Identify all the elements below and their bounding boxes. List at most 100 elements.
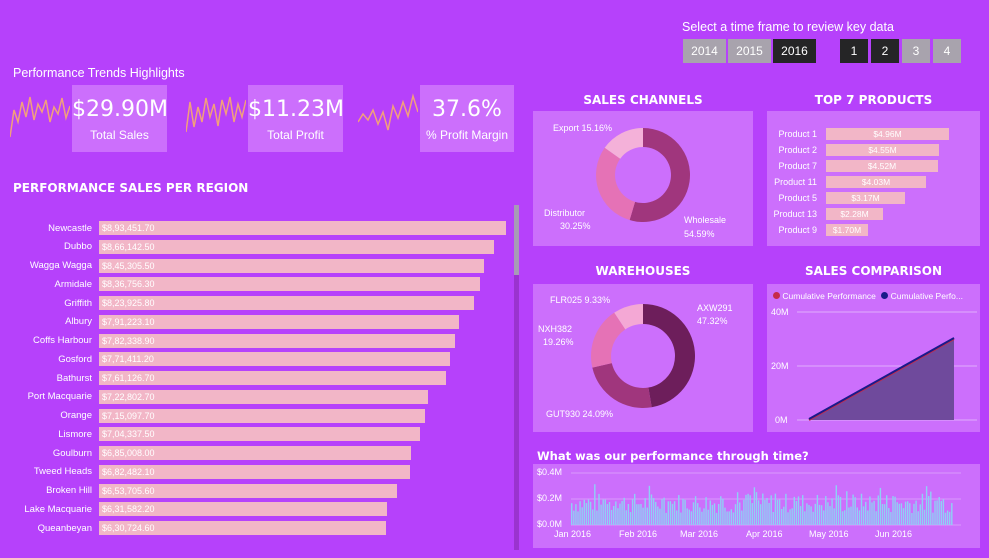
timeline-bar[interactable]: [900, 503, 903, 525]
timeline-bar[interactable]: [669, 501, 672, 525]
timeline-bar[interactable]: [741, 510, 743, 525]
year-2015-button[interactable]: 2015: [728, 39, 771, 63]
timeline-bar[interactable]: [787, 512, 789, 525]
product-row[interactable]: Product 5 $3.17M: [767, 191, 905, 204]
region-bar[interactable]: $8,66,142.50: [99, 239, 494, 254]
timeline-bar[interactable]: [762, 493, 764, 525]
timeline-bar[interactable]: [571, 503, 573, 525]
region-row[interactable]: Broken Hill $6,53,705.60: [4, 483, 397, 499]
timeline-bar[interactable]: [898, 503, 900, 525]
region-bar[interactable]: $6,85,008.00: [99, 446, 411, 460]
timeline-bar[interactable]: [793, 496, 795, 525]
timeline-bar[interactable]: [896, 502, 898, 525]
product-bar[interactable]: $4.03M: [826, 175, 926, 188]
timeline-bar[interactable]: [705, 497, 707, 525]
timeline-bar[interactable]: [810, 506, 812, 525]
timeline-bar[interactable]: [602, 499, 604, 525]
product-row[interactable]: Product 9 $1.70M: [767, 223, 868, 236]
region-bar[interactable]: $7,82,338.90: [99, 333, 455, 348]
timeline-bar[interactable]: [839, 496, 842, 525]
timeline-bar[interactable]: [944, 512, 947, 525]
region-scrollbar-thumb[interactable]: [514, 205, 519, 275]
timeline-bar[interactable]: [736, 492, 739, 525]
year-2016-button[interactable]: 2016: [773, 39, 816, 63]
timeline-bar[interactable]: [760, 504, 762, 525]
timeline-bar[interactable]: [820, 505, 823, 525]
timeline-bar[interactable]: [772, 511, 774, 525]
region-bar[interactable]: $6,53,705.60: [99, 483, 397, 498]
timeline-bar[interactable]: [701, 511, 703, 525]
timeline-bar[interactable]: [816, 494, 819, 525]
timeline-bar[interactable]: [879, 487, 882, 525]
timeline-bar[interactable]: [932, 512, 934, 525]
region-row[interactable]: Wagga Wagga $8,45,305.50: [4, 258, 484, 274]
timeline-bar[interactable]: [766, 497, 768, 525]
timeline-bar[interactable]: [617, 508, 619, 525]
timeline-bar[interactable]: [883, 504, 886, 525]
timeline-bar[interactable]: [946, 510, 949, 525]
timeline-bar[interactable]: [743, 499, 745, 525]
timeline-bar[interactable]: [917, 511, 919, 525]
timeline-bar[interactable]: [627, 503, 630, 525]
timeline-bar[interactable]: [592, 509, 594, 525]
timeline-bar[interactable]: [888, 508, 890, 525]
region-row[interactable]: Griffith $8,23,925.80: [4, 295, 474, 311]
timeline-bar[interactable]: [825, 495, 827, 525]
timeline-bar[interactable]: [606, 504, 609, 525]
timeline-bar[interactable]: [823, 510, 825, 525]
timeline-bar[interactable]: [936, 500, 938, 525]
timeline-bar[interactable]: [892, 496, 894, 525]
timeline-bar[interactable]: [732, 512, 735, 525]
timeline-bar[interactable]: [709, 500, 711, 525]
region-bar[interactable]: $8,93,451.70: [99, 221, 506, 235]
timeline-bar[interactable]: [860, 493, 863, 525]
region-row[interactable]: Goulburn $6,85,008.00: [4, 445, 411, 461]
timeline-bar[interactable]: [949, 511, 951, 525]
region-row[interactable]: Coffs Harbour $7,82,338.90: [4, 333, 455, 349]
timeline-bar[interactable]: [873, 500, 875, 525]
year-2014-button[interactable]: 2014: [683, 39, 726, 63]
timeline-bar[interactable]: [829, 506, 831, 525]
timeline-bar[interactable]: [680, 512, 682, 525]
timeline-bar[interactable]: [909, 503, 911, 525]
timeline-bar[interactable]: [598, 493, 600, 525]
timeline-bar[interactable]: [604, 499, 606, 525]
region-row[interactable]: Bathurst $7,61,126.70: [4, 370, 446, 386]
timeline-bar[interactable]: [865, 501, 867, 525]
region-bar[interactable]: $6,31,582.20: [99, 502, 387, 517]
timeline-bar[interactable]: [867, 510, 869, 525]
timeline-bar[interactable]: [938, 497, 940, 525]
timeline-bar[interactable]: [657, 506, 659, 525]
product-row[interactable]: Product 2 $4.55M: [767, 143, 939, 156]
region-bar[interactable]: $8,36,756.30: [99, 277, 480, 292]
timeline-bar[interactable]: [915, 500, 917, 525]
product-row[interactable]: Product 13 $2.28M: [767, 207, 883, 220]
timeline-bar[interactable]: [871, 502, 873, 525]
timeline-bar[interactable]: [659, 508, 661, 525]
timeline-bar[interactable]: [753, 487, 756, 525]
timeline-bar[interactable]: [678, 495, 680, 525]
timeline-bar[interactable]: [673, 501, 676, 525]
timeline-bar[interactable]: [768, 502, 770, 525]
product-bar[interactable]: $3.17M: [826, 191, 905, 204]
timeline-bar[interactable]: [778, 499, 781, 525]
timeline-bar[interactable]: [747, 493, 749, 525]
timeline-bar[interactable]: [858, 510, 861, 525]
timeline-bar[interactable]: [795, 501, 798, 525]
region-row[interactable]: Tweed Heads $6,82,482.10: [4, 464, 410, 480]
region-bar[interactable]: $8,45,305.50: [99, 258, 484, 273]
timeline-bar[interactable]: [720, 496, 722, 525]
timeline-bar[interactable]: [631, 499, 634, 525]
quarter-1-button[interactable]: 1: [840, 39, 868, 63]
timeline-bar[interactable]: [835, 485, 837, 525]
timeline-bar[interactable]: [621, 500, 623, 525]
timeline-bar[interactable]: [596, 510, 598, 525]
timeline-bar[interactable]: [583, 499, 585, 525]
timeline-bar[interactable]: [802, 495, 804, 525]
timeline-bar[interactable]: [812, 511, 814, 525]
timeline-bar[interactable]: [589, 501, 592, 525]
region-scrollbar-track[interactable]: [514, 205, 519, 550]
timeline-bar[interactable]: [751, 503, 753, 525]
timeline-bar[interactable]: [764, 499, 766, 525]
timeline-bar[interactable]: [724, 507, 726, 525]
